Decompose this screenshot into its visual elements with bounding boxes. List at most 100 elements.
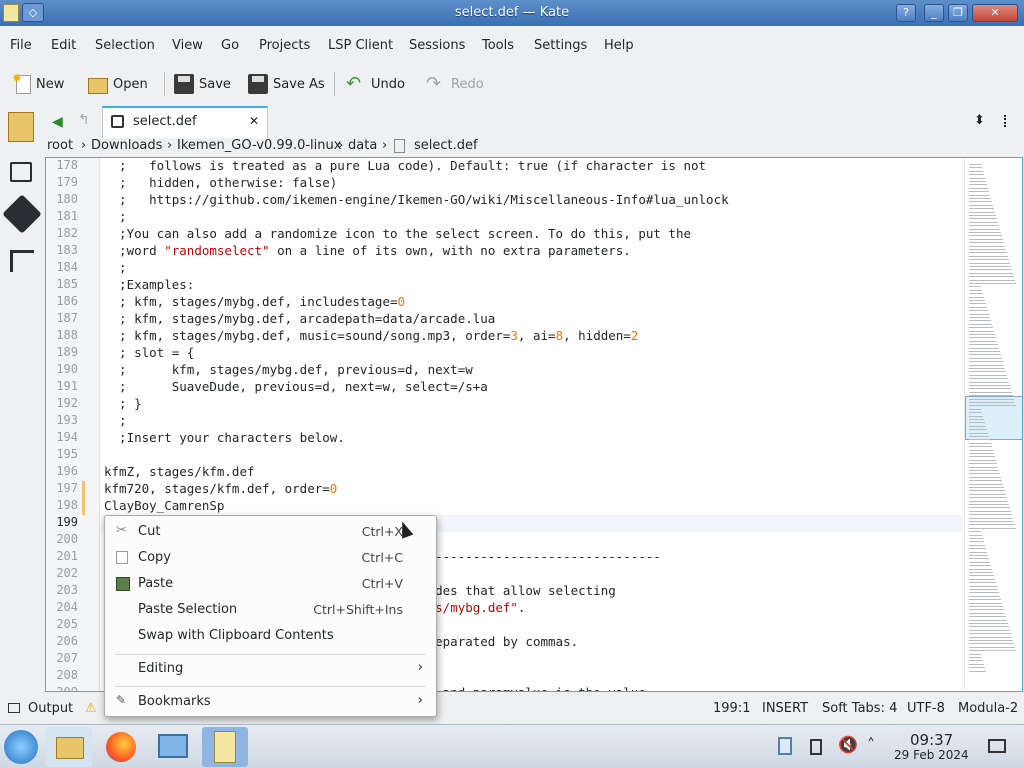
menu-item-editing[interactable]: Editing › — [106, 657, 435, 681]
breadcrumb-ikemen[interactable]: Ikemen_GO-v0.99.0-linux — [177, 138, 341, 153]
minimap-line — [969, 582, 996, 584]
save-button[interactable]: Save — [174, 72, 231, 96]
cursor-position[interactable]: 199:1 — [713, 701, 750, 716]
output-button[interactable]: Output — [28, 701, 73, 716]
minimap-line — [969, 453, 994, 454]
close-button[interactable]: ✕ — [972, 4, 1018, 22]
forward-arrow-icon[interactable]: ↰ — [78, 112, 90, 128]
menu-projects[interactable]: Projects — [259, 38, 310, 53]
minimap-line — [969, 470, 999, 471]
code-line[interactable]: ; } — [104, 396, 142, 411]
chevron-up-icon[interactable]: ˄ — [867, 735, 875, 754]
documents-list-icon[interactable] — [10, 162, 32, 182]
breadcrumb-downloads[interactable]: Downloads — [91, 138, 162, 153]
indentation-setting[interactable]: Soft Tabs: 4 — [822, 701, 897, 716]
code-line[interactable]: ; slot = { — [104, 345, 194, 360]
menu-selection[interactable]: Selection — [95, 38, 155, 53]
new-button[interactable]: ✸ New — [12, 71, 64, 96]
menu-item-cut[interactable]: ✂ Cut Ctrl+X — [106, 520, 435, 544]
breadcrumb-file[interactable]: select.def — [414, 138, 478, 153]
minimap-line — [969, 255, 1008, 257]
minimap-line — [969, 391, 1012, 393]
menu-item-paste[interactable]: Paste Ctrl+V — [106, 572, 435, 596]
tab-bar: ◀ ↰ select.def ✕ ⬍ — [44, 106, 1024, 138]
symbols-icon[interactable] — [10, 250, 34, 272]
code-token: ; kfm, stages/mybg.def, music=sound/song… — [104, 328, 511, 343]
code-line[interactable]: ; — [104, 209, 127, 224]
volume-muted-icon[interactable]: 🔇 — [838, 735, 858, 754]
minimap-line — [969, 184, 987, 186]
modified-line-marker — [82, 498, 85, 515]
code-line[interactable]: ; kfm, stages/mybg.def, music=sound/song… — [104, 328, 638, 343]
menu-go[interactable]: Go — [221, 38, 239, 53]
output-toggle-icon[interactable] — [8, 703, 20, 713]
code-line[interactable]: ; kfm, stages/mybg.def, previous=d, next… — [104, 362, 473, 377]
tab-overflow-icon[interactable] — [1004, 115, 1007, 127]
taskbar-kate[interactable] — [202, 727, 248, 767]
clipboard-icon[interactable] — [778, 737, 792, 755]
status-bar: Output ⚠ 199:1 INSERT Soft Tabs: 4 UTF-8… — [0, 698, 1024, 720]
code-line[interactable]: ; https://github.com/ikemen-engine/Ikeme… — [104, 192, 729, 207]
open-button[interactable]: Open — [88, 72, 148, 96]
tab-select-def[interactable]: select.def ✕ — [102, 106, 268, 138]
maximize-button[interactable]: ❐ — [948, 4, 968, 22]
code-line[interactable]: ; — [104, 260, 127, 275]
menu-help[interactable]: Help — [604, 38, 634, 53]
menu-view[interactable]: View — [172, 38, 203, 53]
breadcrumb-data[interactable]: data — [348, 138, 377, 153]
minimap-line — [969, 578, 995, 580]
minimap-line — [969, 351, 1000, 352]
file-browser-icon[interactable] — [8, 112, 34, 142]
code-line[interactable]: ; kfm, stages/mybg.def, arcadepath=data/… — [104, 311, 495, 326]
menu-item-paste-selection[interactable]: Paste Selection Ctrl+Shift+Ins — [106, 598, 435, 622]
taskbar-firefox[interactable] — [98, 727, 144, 767]
split-view-icon[interactable]: ⬍ — [974, 113, 985, 128]
save-as-button[interactable]: Save As — [248, 72, 325, 96]
code-line[interactable]: ; hidden, otherwise: false) — [104, 175, 337, 190]
minimap-line — [969, 286, 981, 288]
battery-icon[interactable] — [810, 739, 822, 755]
encoding[interactable]: UTF-8 — [907, 701, 945, 716]
code-line[interactable]: ClayBoy_CamrenSp — [104, 498, 224, 513]
minimize-button[interactable]: _ — [924, 4, 944, 22]
menu-sessions[interactable]: Sessions — [409, 38, 465, 53]
breadcrumb-separator: › — [382, 138, 388, 153]
undo-button[interactable]: ↶ Undo — [346, 72, 405, 96]
menu-lsp-client[interactable]: LSP Client — [328, 38, 393, 53]
tab-close-icon[interactable]: ✕ — [249, 114, 259, 128]
code-line[interactable]: ; — [104, 413, 127, 428]
code-line[interactable]: ; follows is treated as a pure Lua code)… — [104, 158, 706, 173]
warning-icon[interactable]: ⚠ — [85, 701, 97, 716]
taskbar-remote-desktop[interactable] — [150, 727, 196, 767]
minimap-scrollbar[interactable] — [964, 158, 1022, 691]
code-line[interactable]: ; SuaveDude, previous=d, next=w, select=… — [104, 379, 488, 394]
git-icon[interactable] — [2, 194, 42, 234]
menu-tools[interactable]: Tools — [482, 38, 514, 53]
menu-file[interactable]: File — [10, 38, 32, 53]
menu-settings[interactable]: Settings — [534, 38, 587, 53]
menu-edit[interactable]: Edit — [51, 38, 76, 53]
code-line[interactable]: ;Insert your characters below. — [104, 430, 345, 445]
menu-item-swap-clipboard[interactable]: Swap with Clipboard Contents — [106, 624, 435, 648]
redo-button[interactable]: ↷ Redo — [426, 72, 484, 96]
start-menu-icon[interactable] — [4, 730, 38, 764]
breadcrumb-root[interactable]: root — [47, 138, 73, 153]
code-line[interactable]: kfmZ, stages/kfm.def — [104, 464, 255, 479]
title-bar[interactable]: ◇ select.def — Kate ? _ ❐ ✕ — [0, 0, 1024, 26]
menu-item-copy[interactable]: Copy Ctrl+C — [106, 546, 435, 570]
help-button[interactable]: ? — [896, 4, 916, 22]
syntax-mode[interactable]: Modula-2 — [958, 701, 1018, 716]
input-mode[interactable]: INSERT — [762, 701, 808, 716]
clock-date[interactable]: 29 Feb 2024 — [894, 748, 969, 762]
minimap-line — [969, 493, 1006, 495]
code-line[interactable]: ;Examples: — [104, 277, 194, 292]
clock-time[interactable]: 09:37 — [910, 731, 953, 749]
taskbar-file-manager[interactable] — [46, 727, 92, 767]
back-arrow-icon[interactable]: ◀ — [52, 114, 63, 130]
show-desktop-icon[interactable] — [988, 739, 1006, 753]
minimap-line — [969, 612, 1005, 614]
code-line[interactable]: kfm720, stages/kfm.def, order=0 — [104, 481, 337, 496]
code-line[interactable]: ;word "randomselect" on a line of its ow… — [104, 243, 631, 258]
code-line[interactable]: ; kfm, stages/mybg.def, includestage=0 — [104, 294, 405, 309]
code-line[interactable]: ;You can also add a randomize icon to th… — [104, 226, 691, 241]
